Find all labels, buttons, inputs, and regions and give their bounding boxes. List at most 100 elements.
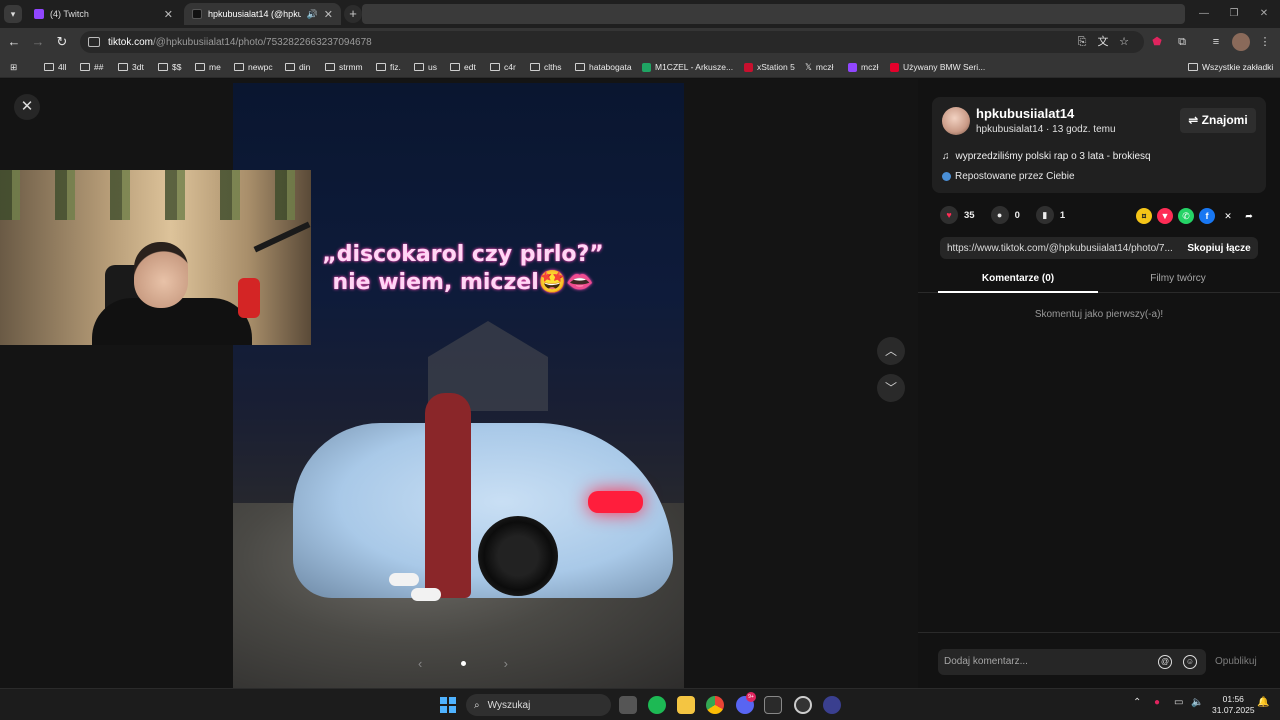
chevron-left-icon[interactable]: ‹ [418,656,422,671]
extension-shield-icon[interactable]: ⬟ [1148,33,1166,51]
extensions-puzzle-icon[interactable]: ⧉ [1173,33,1191,51]
heart-icon[interactable]: ♥ [940,206,958,224]
comment-composer: Dodaj komentarz... @ ☺ Opublikuj [918,632,1280,688]
microphone-icon[interactable]: ● [1154,697,1160,708]
shoe [411,588,441,601]
mention-icon[interactable]: @ [1158,655,1172,669]
bookmark-folder[interactable]: hatabogata [575,60,632,74]
chevron-up-icon[interactable]: ︿ [877,337,905,365]
bookmark-label: Wszystkie zakładki [1202,62,1274,72]
bookmark-folder[interactable]: ## [80,60,103,74]
spotify-icon[interactable] [648,696,666,714]
copy-link-button[interactable]: Skopiuj łącze [1180,243,1258,254]
bookmark-folder[interactable]: 4ll [44,60,67,74]
close-icon[interactable]: ✕ [324,8,333,21]
chevron-up-icon[interactable]: ⌃ [1133,697,1141,708]
bookmark-folder[interactable]: c4r [490,60,516,74]
coin-icon[interactable]: ¤ [1136,208,1152,224]
post-link[interactable]: https://www.tiktok.com/@hpkubusiialat14/… [940,243,1180,254]
bookmark-folder[interactable]: $$ [158,60,181,74]
close-window-icon[interactable]: ✕ [1248,0,1280,28]
bookmark-xstation[interactable]: xStation 5 [744,60,795,74]
bookmark-folder[interactable]: clths [530,60,561,74]
network-icon[interactable]: ▭ [1174,697,1183,708]
install-app-icon[interactable]: ⎘ [1073,33,1091,51]
publish-button[interactable]: Opublikuj [1215,656,1257,667]
reading-list-icon[interactable]: ≡ [1207,33,1225,51]
bookmark-icon[interactable]: ▮ [1035,206,1054,224]
file-explorer-icon[interactable] [677,696,695,714]
menu-kebab-icon[interactable]: ⋮ [1256,33,1274,51]
facebook-icon[interactable]: f [1199,208,1215,224]
clock-time: 01:56 [1222,694,1244,704]
whatsapp-icon[interactable]: ✆ [1178,208,1194,224]
bookmark-folder[interactable]: me [195,60,221,74]
tab-creator-videos[interactable]: Filmy twórcy [1098,273,1258,284]
maximize-icon[interactable]: ❐ [1218,0,1250,28]
bookmark-label: 3dt [132,62,144,72]
folder-icon [1188,63,1198,71]
bookmark-folder[interactable]: fiz. [376,60,401,74]
speaker-icon[interactable]: 🔊 [307,9,318,20]
tab-twitch[interactable]: (4) Twitch ✕ [26,3,181,25]
bookmark-folder[interactable]: strmm [325,60,363,74]
comment-icon[interactable]: ● [990,206,1009,224]
folder-icon [325,63,335,71]
otomoto-icon [890,62,899,72]
bookmark-x[interactable]: 𝕏mczł [805,60,833,74]
minimize-icon[interactable]: — [1188,0,1220,28]
all-bookmarks[interactable]: Wszystkie zakładki [1188,60,1273,74]
apps-grid-icon[interactable]: ⊞ [10,60,17,74]
mic-arm [253,221,311,253]
bookmark-star-icon[interactable]: ☆ [1115,33,1133,51]
tab-comments[interactable]: Komentarze (0) [938,273,1098,284]
new-tab-button[interactable]: + [344,5,362,23]
bookmark-folder[interactable]: us [414,60,437,74]
music-line[interactable]: ♫ wyprzedziliśmy polski rap o 3 lata - b… [942,151,1151,162]
taskbar-search[interactable]: ⌕ Wyszukaj [466,694,611,716]
friends-button[interactable]: ⇌ Znajomi [1180,108,1256,133]
emoji-icon[interactable]: ☺ [1183,655,1197,669]
tab-tiktok[interactable]: hpkubusialat14 (@hpkubus 🔊 ✕ [184,3,341,25]
steam-icon[interactable] [794,696,812,714]
chevron-down-icon[interactable]: ﹀ [877,374,905,402]
forward-icon[interactable]: → [28,32,48,52]
close-icon[interactable]: ✕ [14,94,40,120]
back-icon[interactable]: ← [4,32,24,52]
site-info-icon[interactable] [88,37,100,47]
share-arrow-icon[interactable]: ➦ [1241,208,1257,224]
bookmark-folder[interactable]: din [285,60,310,74]
clock[interactable]: 01:56 31.07.2025 [1212,694,1255,716]
chevron-right-icon[interactable]: › [504,656,508,671]
bookmark-label: hatabogata [589,62,632,72]
notifications-bell-icon[interactable]: 🔔 [1257,697,1269,708]
bookmark-twitch[interactable]: mczł [848,60,878,74]
avatar[interactable] [942,107,970,135]
bookmark-sheets[interactable]: M1CZEL - Arkusze... [642,60,733,74]
windows-start-icon[interactable] [440,697,456,713]
address-bar[interactable]: tiktok.com /@hpkubusiialat14/photo/75328… [80,31,1144,53]
carousel-dot[interactable] [460,660,466,666]
bookmark-folder[interactable]: edt [450,60,476,74]
repost-text: Repostowane przez Ciebie [955,171,1075,182]
chrome-icon[interactable] [706,696,724,714]
close-icon[interactable]: ✕ [164,8,173,21]
volume-icon[interactable]: 🔈 [1191,697,1203,708]
bookmark-folder[interactable]: newpc [234,60,273,74]
bookmark-label: clths [544,62,562,72]
send-icon[interactable]: ▼ [1157,208,1173,224]
username[interactable]: hpkubusiialat14 [976,106,1074,121]
app-icon[interactable] [823,696,841,714]
browser-toolbar: ← → ↻ tiktok.com /@hpkubusiialat14/photo… [0,28,1280,56]
epic-games-icon[interactable] [764,696,782,714]
sheets-icon [642,62,651,72]
twitch-icon [848,62,857,72]
task-view-icon[interactable] [619,696,637,714]
translate-icon[interactable]: 文 [1094,33,1112,51]
x-logo-icon[interactable]: ✕ [1220,208,1236,224]
tab-search-chevron-icon[interactable]: ▾ [4,5,22,23]
bookmark-otomoto[interactable]: Używany BMW Seri... [890,60,985,74]
profile-avatar[interactable] [1232,33,1250,51]
reload-icon[interactable]: ↻ [52,32,72,52]
bookmark-folder[interactable]: 3dt [118,60,144,74]
